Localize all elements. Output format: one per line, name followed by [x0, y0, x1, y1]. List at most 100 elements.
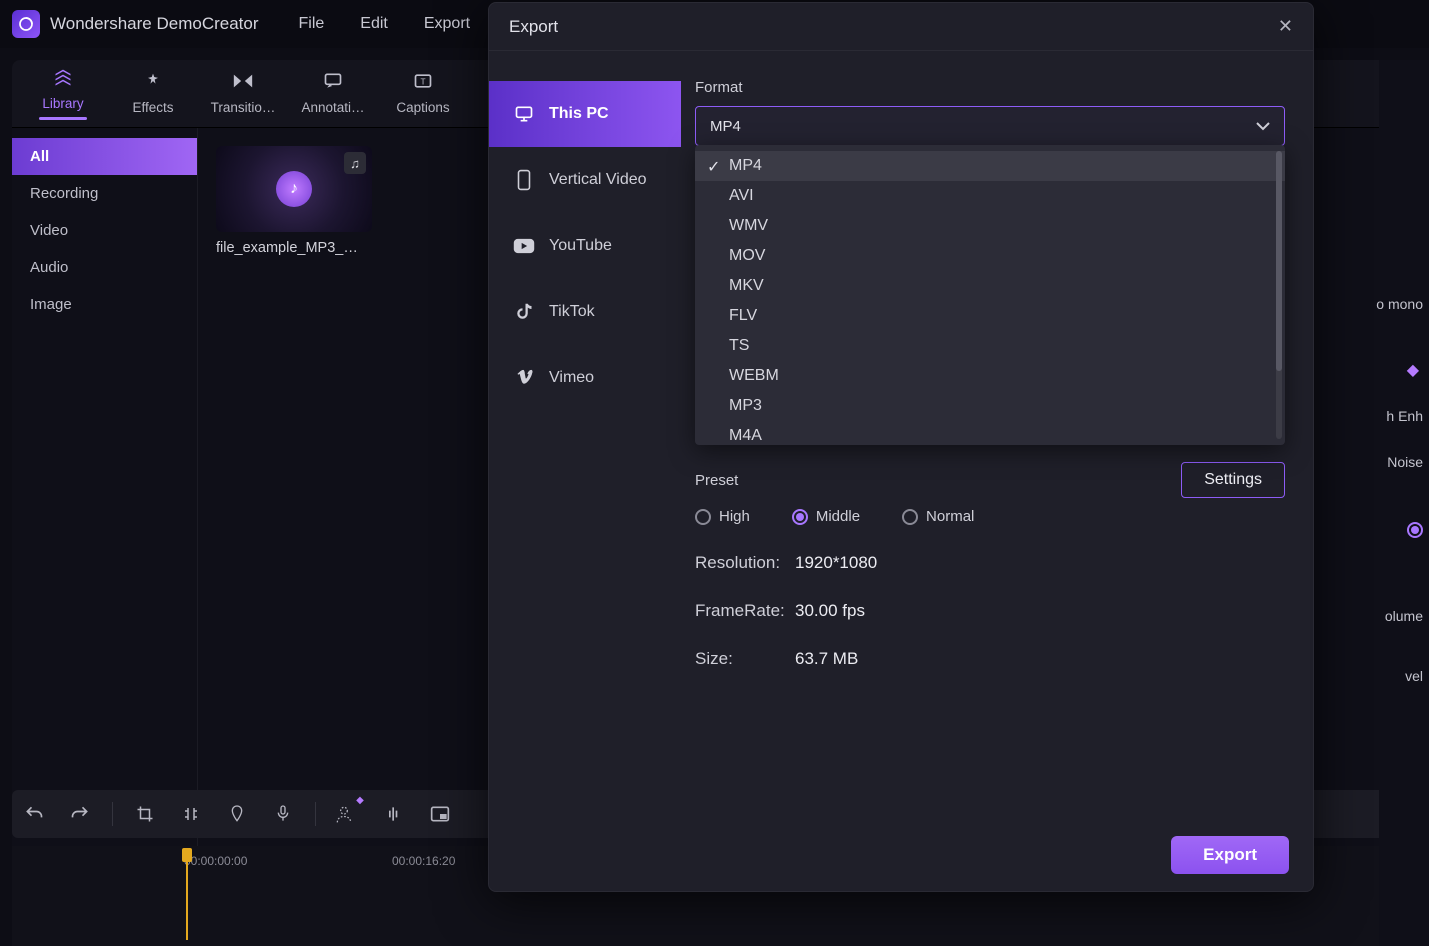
phone-icon: [513, 169, 535, 191]
tab-label: Effects: [132, 100, 173, 115]
preset-middle[interactable]: Middle: [792, 508, 860, 525]
playhead[interactable]: [182, 848, 192, 862]
vimeo-icon: [513, 367, 535, 389]
format-option[interactable]: MOV: [695, 241, 1285, 271]
audio-badge-icon: ♫: [344, 152, 366, 174]
target-vimeo[interactable]: Vimeo: [489, 345, 681, 411]
transitions-icon: [198, 72, 288, 96]
tab-label: Transitio…: [211, 100, 276, 115]
radio-icon: [902, 509, 918, 525]
app-logo: [12, 10, 40, 38]
dropdown-scrollbar-thumb[interactable]: [1276, 151, 1282, 371]
undo-icon[interactable]: [20, 800, 48, 828]
format-dropdown: MP4 AVI WMV MOV MKV FLV TS WEBM MP3 M4A: [695, 145, 1285, 445]
tab-annotations[interactable]: Annotati…: [288, 72, 378, 115]
pip-icon[interactable]: [426, 800, 454, 828]
format-option[interactable]: MKV: [695, 271, 1285, 301]
menu-export[interactable]: Export: [424, 15, 470, 33]
preset-high[interactable]: High: [695, 508, 750, 525]
marker-icon[interactable]: [223, 800, 251, 828]
export-targets: This PC Vertical Video YouTube TikTok Vi…: [489, 51, 681, 819]
tab-captions[interactable]: T Captions: [378, 72, 468, 115]
timecode: 00:00:16:20: [392, 854, 455, 868]
target-label: Vimeo: [549, 369, 594, 387]
captions-icon: T: [378, 72, 468, 96]
modal-header: Export ✕: [489, 3, 1313, 51]
radio-icon: [792, 509, 808, 525]
target-label: TikTok: [549, 303, 595, 321]
tab-label: Captions: [396, 100, 449, 115]
sidebar-item-all[interactable]: All: [12, 138, 197, 175]
effects-icon: [108, 72, 198, 96]
radio-icon: [695, 509, 711, 525]
redo-icon[interactable]: [66, 800, 94, 828]
export-settings: Format MP4 MP4 AVI WMV MOV MKV FLV TS WE…: [681, 51, 1313, 819]
format-label: Format: [695, 79, 1285, 96]
radio-on-icon[interactable]: [1407, 522, 1423, 543]
target-tiktok[interactable]: TikTok: [489, 279, 681, 345]
prop-text: olume: [1385, 608, 1423, 624]
close-icon[interactable]: ✕: [1278, 16, 1293, 37]
format-option[interactable]: FLV: [695, 301, 1285, 331]
sidebar-item-audio[interactable]: Audio: [12, 249, 197, 286]
menu-file[interactable]: File: [299, 15, 325, 33]
modal-title: Export: [509, 17, 558, 37]
target-this-pc[interactable]: This PC: [489, 81, 681, 147]
format-option[interactable]: TS: [695, 331, 1285, 361]
media-item[interactable]: ♪ ♫ file_example_MP3_…: [216, 146, 372, 256]
format-option[interactable]: AVI: [695, 181, 1285, 211]
svg-text:T: T: [420, 76, 425, 86]
tab-effects[interactable]: Effects: [108, 72, 198, 115]
monitor-icon: [513, 103, 535, 125]
framerate-value: 30.00 fps: [795, 601, 865, 621]
resolution-label: Resolution:: [695, 553, 795, 573]
target-youtube[interactable]: YouTube: [489, 213, 681, 279]
preset-label: Preset: [695, 472, 738, 489]
sidebar-item-recording[interactable]: Recording: [12, 175, 197, 212]
youtube-icon: [513, 235, 535, 257]
microphone-icon[interactable]: [269, 800, 297, 828]
split-icon[interactable]: [177, 800, 205, 828]
framerate-label: FrameRate:: [695, 601, 795, 621]
size-value: 63.7 MB: [795, 649, 858, 669]
preset-radios: High Middle Normal: [695, 508, 1285, 525]
app-title: Wondershare DemoCreator: [50, 14, 259, 34]
export-button[interactable]: Export: [1171, 836, 1289, 874]
annotations-icon: [288, 72, 378, 96]
target-vertical-video[interactable]: Vertical Video: [489, 147, 681, 213]
media-thumbnail: ♪ ♫: [216, 146, 372, 232]
target-label: This PC: [549, 105, 609, 123]
tab-label: Annotati…: [301, 100, 364, 115]
timecode-start: 00:00:00:00: [184, 854, 247, 868]
tiktok-icon: [513, 301, 535, 323]
properties-panel: o mono ◆ h Enh Noise olume vel: [1379, 60, 1429, 946]
size-label: Size:: [695, 649, 795, 669]
format-option[interactable]: WMV: [695, 211, 1285, 241]
format-option[interactable]: MP4: [695, 151, 1285, 181]
media-filename: file_example_MP3_…: [216, 240, 372, 256]
format-option[interactable]: M4A: [695, 421, 1285, 445]
audio-wave-icon[interactable]: [380, 800, 408, 828]
music-note-icon: ♪: [276, 171, 312, 207]
prop-text: o mono: [1376, 296, 1423, 312]
format-select[interactable]: MP4: [695, 106, 1285, 146]
prop-text: vel: [1405, 668, 1423, 684]
chevron-down-icon: [1256, 121, 1270, 131]
prop-text: h Enh: [1386, 408, 1423, 424]
tab-transitions[interactable]: Transitio…: [198, 72, 288, 115]
export-modal: Export ✕ This PC Vertical Video YouTube …: [488, 2, 1314, 892]
crop-icon[interactable]: [131, 800, 159, 828]
diamond-icon: ◆: [1407, 360, 1419, 380]
tab-library[interactable]: Library: [18, 68, 108, 120]
tab-label: Library: [42, 96, 83, 111]
sidebar-item-image[interactable]: Image: [12, 286, 197, 323]
format-option[interactable]: WEBM: [695, 361, 1285, 391]
sidebar-item-video[interactable]: Video: [12, 212, 197, 249]
ai-person-icon[interactable]: ◆: [334, 800, 362, 828]
resolution-value: 1920*1080: [795, 553, 877, 573]
preset-normal[interactable]: Normal: [902, 508, 974, 525]
settings-button[interactable]: Settings: [1181, 462, 1285, 498]
menu-edit[interactable]: Edit: [360, 15, 388, 33]
format-option[interactable]: MP3: [695, 391, 1285, 421]
library-icon: [18, 68, 108, 92]
